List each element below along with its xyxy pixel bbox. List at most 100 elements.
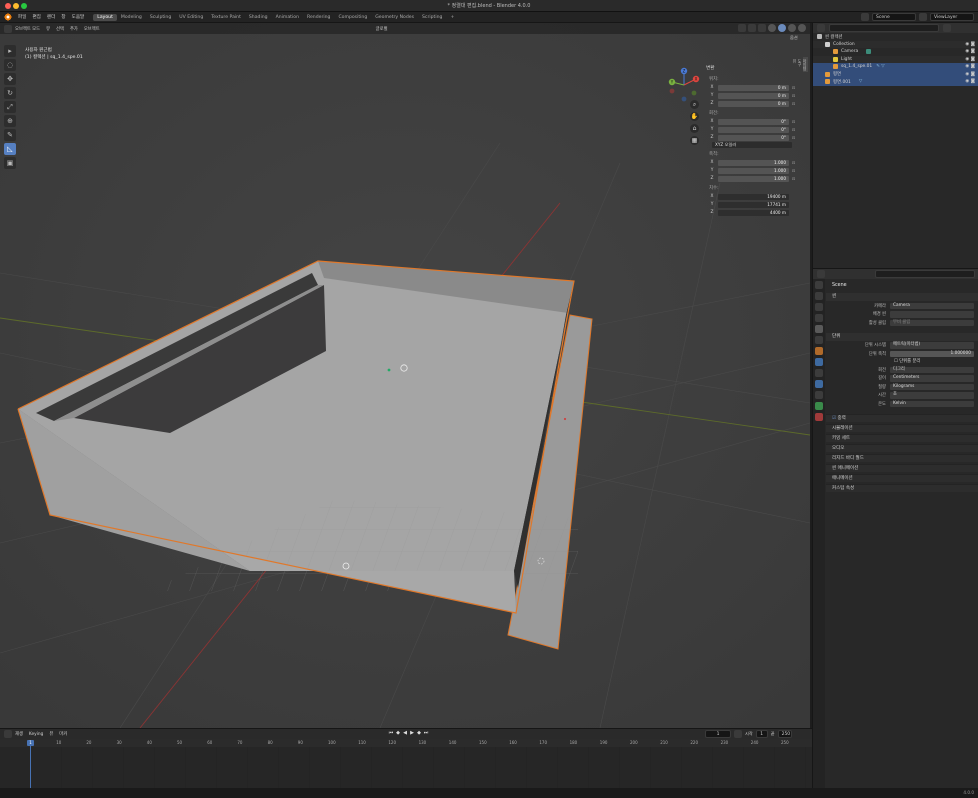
solid-shading-icon[interactable]	[778, 24, 786, 32]
location-x-field[interactable]: 0 m	[718, 84, 789, 91]
timeline-editor-icon[interactable]	[4, 730, 12, 738]
play-reverse-icon[interactable]: ◀	[402, 730, 408, 737]
play-icon[interactable]: ▶	[409, 730, 415, 737]
rotation-mode-selector[interactable]: XYZ 오일러	[712, 142, 792, 148]
clock-icon[interactable]	[734, 730, 742, 738]
scale-icon[interactable]: ⤢	[4, 101, 16, 113]
rotation-x-field[interactable]: 0°	[718, 118, 789, 125]
outliner-editor-icon[interactable]	[817, 24, 825, 32]
outliner-row-plane[interactable]: 평면 ◉ ◙	[813, 70, 978, 78]
particles-properties-icon[interactable]	[815, 369, 823, 377]
timeline-track-area[interactable]	[0, 747, 812, 789]
temperature-unit-select[interactable]: Kelvin	[890, 400, 974, 407]
dimensions-y-field[interactable]: 17741 m	[718, 201, 789, 208]
length-unit-select[interactable]: Centimeters	[890, 375, 974, 382]
object-properties-icon[interactable]	[815, 347, 823, 355]
visibility-eye-icon[interactable]: ◉ ◙	[965, 64, 975, 69]
properties-search-input[interactable]	[875, 270, 975, 278]
xray-icon[interactable]	[758, 24, 766, 32]
annotate-icon[interactable]: ✎	[4, 129, 16, 141]
workspace-tab-animation[interactable]: Animation	[272, 14, 303, 21]
scene-section-header[interactable]: 씬	[826, 293, 978, 301]
mode-selector[interactable]: 오브젝트 모드	[12, 26, 43, 32]
rotate-icon[interactable]: ↻	[4, 87, 16, 99]
workspace-tab-rendering[interactable]: Rendering	[303, 14, 334, 21]
transform-panel-header[interactable]: 변환	[706, 65, 798, 73]
transform-orientation-selector[interactable]: 글로벌	[373, 26, 391, 32]
outliner-row-light[interactable]: Light ◉ ◙	[813, 55, 978, 63]
outliner-row-collection[interactable]: Collection ◉ ◙	[813, 40, 978, 48]
playhead-frame-badge[interactable]: 1	[27, 740, 34, 746]
add-cube-icon[interactable]: ▣	[4, 157, 16, 169]
dimensions-x-row[interactable]: X 19400 m	[706, 193, 798, 200]
outliner-row-mesh-sq[interactable]: sq_1.4_spe.01 ✎ ▽ ◉ ◙	[813, 63, 978, 71]
next-keyframe-icon[interactable]: ◆	[416, 730, 422, 737]
viewport-menu-object[interactable]: 오브젝트	[81, 26, 103, 32]
workspace-tab-uv-editing[interactable]: UV Editing	[175, 14, 207, 21]
active-clip-field[interactable]: 무비 클립	[890, 319, 974, 326]
workspace-tab-scripting[interactable]: Scripting	[418, 14, 446, 21]
jump-start-icon[interactable]: ⏮	[388, 730, 394, 737]
lock-icon[interactable]: ⊡	[789, 176, 798, 181]
workspace-tab-layout[interactable]: Layout	[93, 13, 117, 21]
camera-view-icon[interactable]: ⌂	[690, 124, 699, 133]
menu-edit[interactable]: 편집	[29, 14, 43, 20]
viewport-menu-view[interactable]: 뷰	[43, 26, 53, 32]
timeline-menu-keying[interactable]: Keying	[26, 732, 46, 737]
constraints-properties-icon[interactable]	[815, 391, 823, 399]
mass-unit-select[interactable]: Kilograms	[890, 383, 974, 390]
jump-end-icon[interactable]: ⏭	[423, 730, 429, 737]
audio-section-header[interactable]: 오디오	[826, 443, 978, 452]
scene-properties-icon[interactable]	[815, 325, 823, 333]
separate-units-checkbox[interactable]: ☐ 단위를 분리	[826, 358, 978, 366]
timeline-menu-marker[interactable]: 마커	[56, 731, 70, 737]
viewport-menu-add[interactable]: 추가	[67, 26, 81, 32]
view-layer-icon[interactable]	[919, 13, 927, 21]
location-x-row[interactable]: X0 m ⊡	[706, 84, 798, 91]
dimensions-y-row[interactable]: Y 17741 m	[706, 201, 798, 208]
visibility-eye-icon[interactable]: ◉ ◙	[965, 72, 975, 77]
workspace-tab-sculpting[interactable]: Sculpting	[146, 14, 175, 21]
gravity-section-header[interactable]: ☑ 중력	[826, 413, 978, 422]
lock-icon[interactable]: ⊡	[789, 127, 798, 132]
move-icon[interactable]: ✥	[4, 73, 16, 85]
location-y-field[interactable]: 0 m	[718, 92, 789, 99]
properties-editor-icon[interactable]	[817, 270, 825, 278]
viewport-scene[interactable]	[0, 23, 810, 728]
animation-section-header[interactable]: 애니메이션	[826, 473, 978, 482]
viewport-options-button[interactable]: 옵션	[790, 35, 798, 41]
lock-icon[interactable]: ⊡	[789, 168, 798, 173]
location-z-row[interactable]: Z0 m ⊡	[706, 100, 798, 107]
lock-icon[interactable]: ⊡	[789, 119, 798, 124]
visibility-eye-icon[interactable]: ◉ ◙	[965, 49, 975, 54]
measure-icon[interactable]: ◺	[4, 143, 16, 155]
data-properties-icon[interactable]	[815, 402, 823, 410]
menu-window[interactable]: 창	[58, 14, 68, 20]
scale-x-row[interactable]: X 1.000 ⊡	[706, 159, 798, 166]
scale-z-field[interactable]: 1.000	[718, 175, 789, 182]
view-layer-properties-icon[interactable]	[815, 314, 823, 322]
rotation-unit-select[interactable]: 디그리	[890, 366, 974, 373]
overlays-icon[interactable]	[748, 24, 756, 32]
dimensions-z-field[interactable]: 4400 m	[718, 209, 789, 216]
visibility-eye-icon[interactable]: ◉ ◙	[965, 42, 975, 47]
end-frame-field[interactable]: 250	[777, 730, 792, 738]
sidebar-tab-item[interactable]: 아이템	[803, 57, 808, 73]
timeline-menu-playback[interactable]: 재생	[12, 731, 26, 737]
location-y-row[interactable]: Y0 m ⊡	[706, 92, 798, 99]
rotation-y-field[interactable]: 0°	[718, 126, 789, 133]
workspace-tab-compositing[interactable]: Compositing	[334, 14, 371, 21]
rotation-z-field[interactable]: 0°	[718, 134, 789, 141]
material-properties-icon[interactable]	[815, 413, 823, 421]
background-scene-field[interactable]	[890, 311, 974, 318]
rotation-y-row[interactable]: Y 0° ⊡	[706, 126, 798, 133]
camera-field[interactable]: Camera	[890, 302, 974, 309]
rigid-body-world-section-header[interactable]: 리지드 바디 월드	[826, 453, 978, 462]
workspace-tab-shading[interactable]: Shading	[245, 14, 272, 21]
visibility-eye-icon[interactable]: ◉ ◙	[965, 57, 975, 62]
lock-icon[interactable]: ⊡	[789, 160, 798, 165]
outliner-search-input[interactable]	[829, 24, 939, 32]
lock-icon[interactable]: ⊡	[789, 101, 798, 106]
modifier-properties-icon[interactable]	[815, 358, 823, 366]
filter-icon[interactable]	[943, 24, 951, 32]
